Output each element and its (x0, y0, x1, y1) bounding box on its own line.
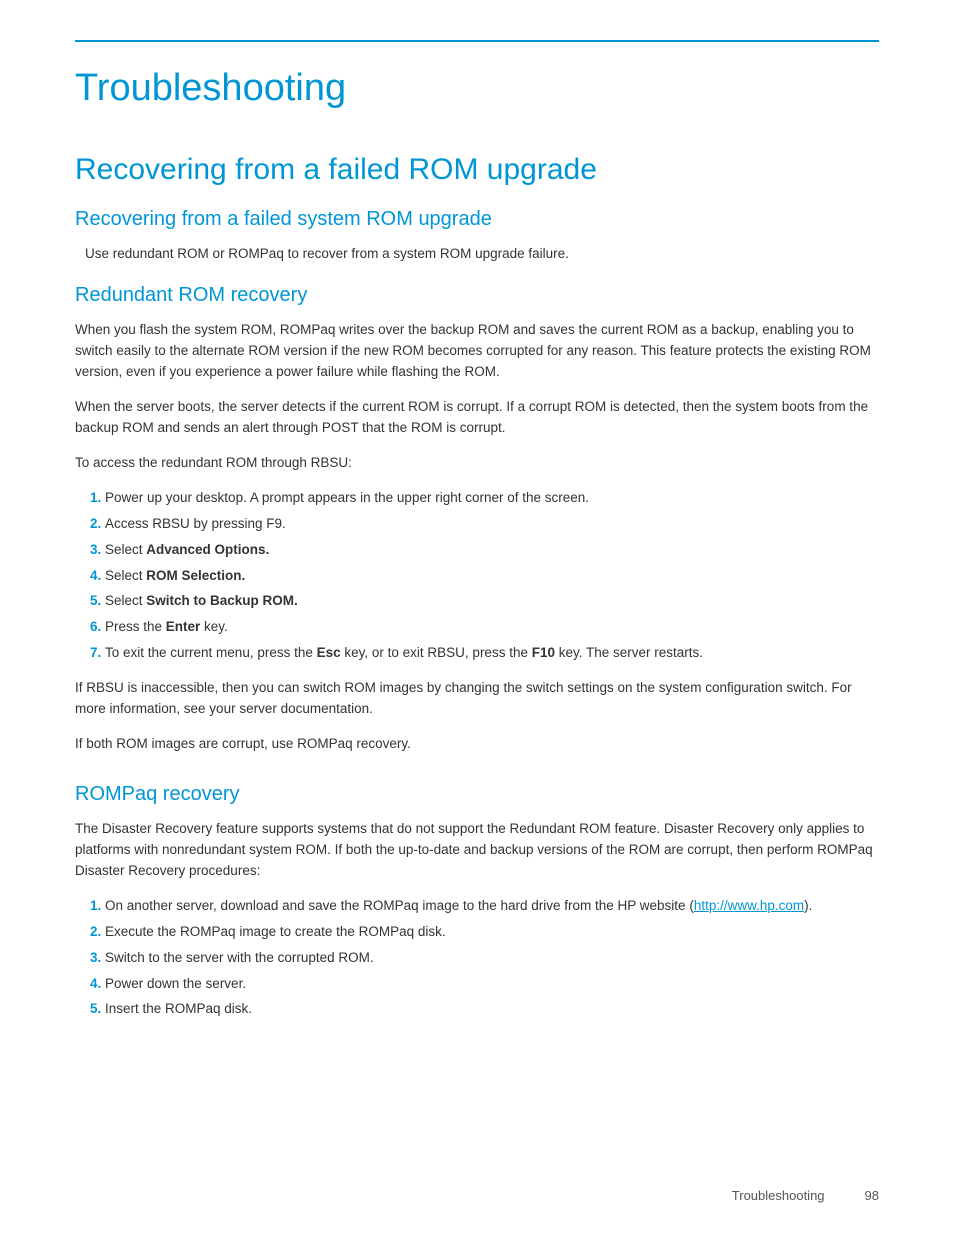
redundant-step-1-text: Power up your desktop. A prompt appears … (105, 490, 589, 505)
rompaq-steps-list: On another server, download and save the… (105, 896, 879, 1021)
redundant-step-7-bold2: F10 (532, 645, 555, 660)
redundant-rom-section: Redundant ROM recovery When you flash th… (75, 280, 879, 755)
redundant-step-5-text: Select Switch to Backup ROM. (105, 593, 298, 608)
redundant-para2: When the server boots, the server detect… (75, 397, 879, 439)
page-footer: Troubleshooting 98 (732, 1186, 879, 1206)
hp-link[interactable]: http://www.hp.com (694, 898, 804, 913)
redundant-step-3-bold: Advanced Options. (146, 542, 269, 557)
redundant-para5: If both ROM images are corrupt, use ROMP… (75, 734, 879, 755)
rompaq-step-3: Switch to the server with the corrupted … (105, 948, 879, 969)
redundant-step-1: Power up your desktop. A prompt appears … (105, 488, 879, 509)
redundant-step-7-bold1: Esc (317, 645, 341, 660)
rompaq-step-2: Execute the ROMPaq image to create the R… (105, 922, 879, 943)
rompaq-step-5-text: Insert the ROMPaq disk. (105, 1001, 252, 1016)
rompaq-section: ROMPaq recovery The Disaster Recovery fe… (75, 779, 879, 1020)
redundant-para3: To access the redundant ROM through RBSU… (75, 453, 879, 474)
redundant-step-5: Select Switch to Backup ROM. (105, 591, 879, 612)
redundant-step-5-bold: Switch to Backup ROM. (146, 593, 298, 608)
redundant-step-4: Select ROM Selection. (105, 566, 879, 587)
redundant-step-7-text: To exit the current menu, press the Esc … (105, 645, 703, 660)
redundant-step-4-text: Select ROM Selection. (105, 568, 245, 583)
intro-text: Use redundant ROM or ROMPaq to recover f… (85, 244, 879, 264)
redundant-para1: When you flash the system ROM, ROMPaq wr… (75, 320, 879, 383)
footer-label: Troubleshooting (732, 1186, 825, 1206)
redundant-para4: If RBSU is inaccessible, then you can sw… (75, 678, 879, 720)
rompaq-step-5: Insert the ROMPaq disk. (105, 999, 879, 1020)
rompaq-step-4-text: Power down the server. (105, 976, 246, 991)
rompaq-para1: The Disaster Recovery feature supports s… (75, 819, 879, 882)
top-rule (75, 40, 879, 42)
rompaq-step-1: On another server, download and save the… (105, 896, 879, 917)
redundant-step-6-bold: Enter (166, 619, 201, 634)
redundant-step-2: Access RBSU by pressing F9. (105, 514, 879, 535)
footer-page-number: 98 (865, 1186, 879, 1206)
subsection-failed-system: Recovering from a failed system ROM upgr… (75, 204, 879, 234)
rompaq-step-2-text: Execute the ROMPaq image to create the R… (105, 924, 446, 939)
rompaq-title: ROMPaq recovery (75, 779, 879, 809)
redundant-step-3-text: Select Advanced Options. (105, 542, 269, 557)
rompaq-step-4: Power down the server. (105, 974, 879, 995)
redundant-step-7: To exit the current menu, press the Esc … (105, 643, 879, 664)
redundant-steps-list: Power up your desktop. A prompt appears … (105, 488, 879, 664)
page-title: Troubleshooting (75, 60, 879, 117)
redundant-step-4-bold: ROM Selection. (146, 568, 245, 583)
redundant-step-6-text: Press the Enter key. (105, 619, 228, 634)
rompaq-step-3-text: Switch to the server with the corrupted … (105, 950, 374, 965)
redundant-rom-title: Redundant ROM recovery (75, 280, 879, 310)
redundant-step-3: Select Advanced Options. (105, 540, 879, 561)
redundant-step-6: Press the Enter key. (105, 617, 879, 638)
rompaq-step-1-text: On another server, download and save the… (105, 898, 812, 913)
redundant-step-2-text: Access RBSU by pressing F9. (105, 516, 286, 531)
page: Troubleshooting Recovering from a failed… (0, 0, 954, 1235)
section-title: Recovering from a failed ROM upgrade (75, 147, 879, 192)
